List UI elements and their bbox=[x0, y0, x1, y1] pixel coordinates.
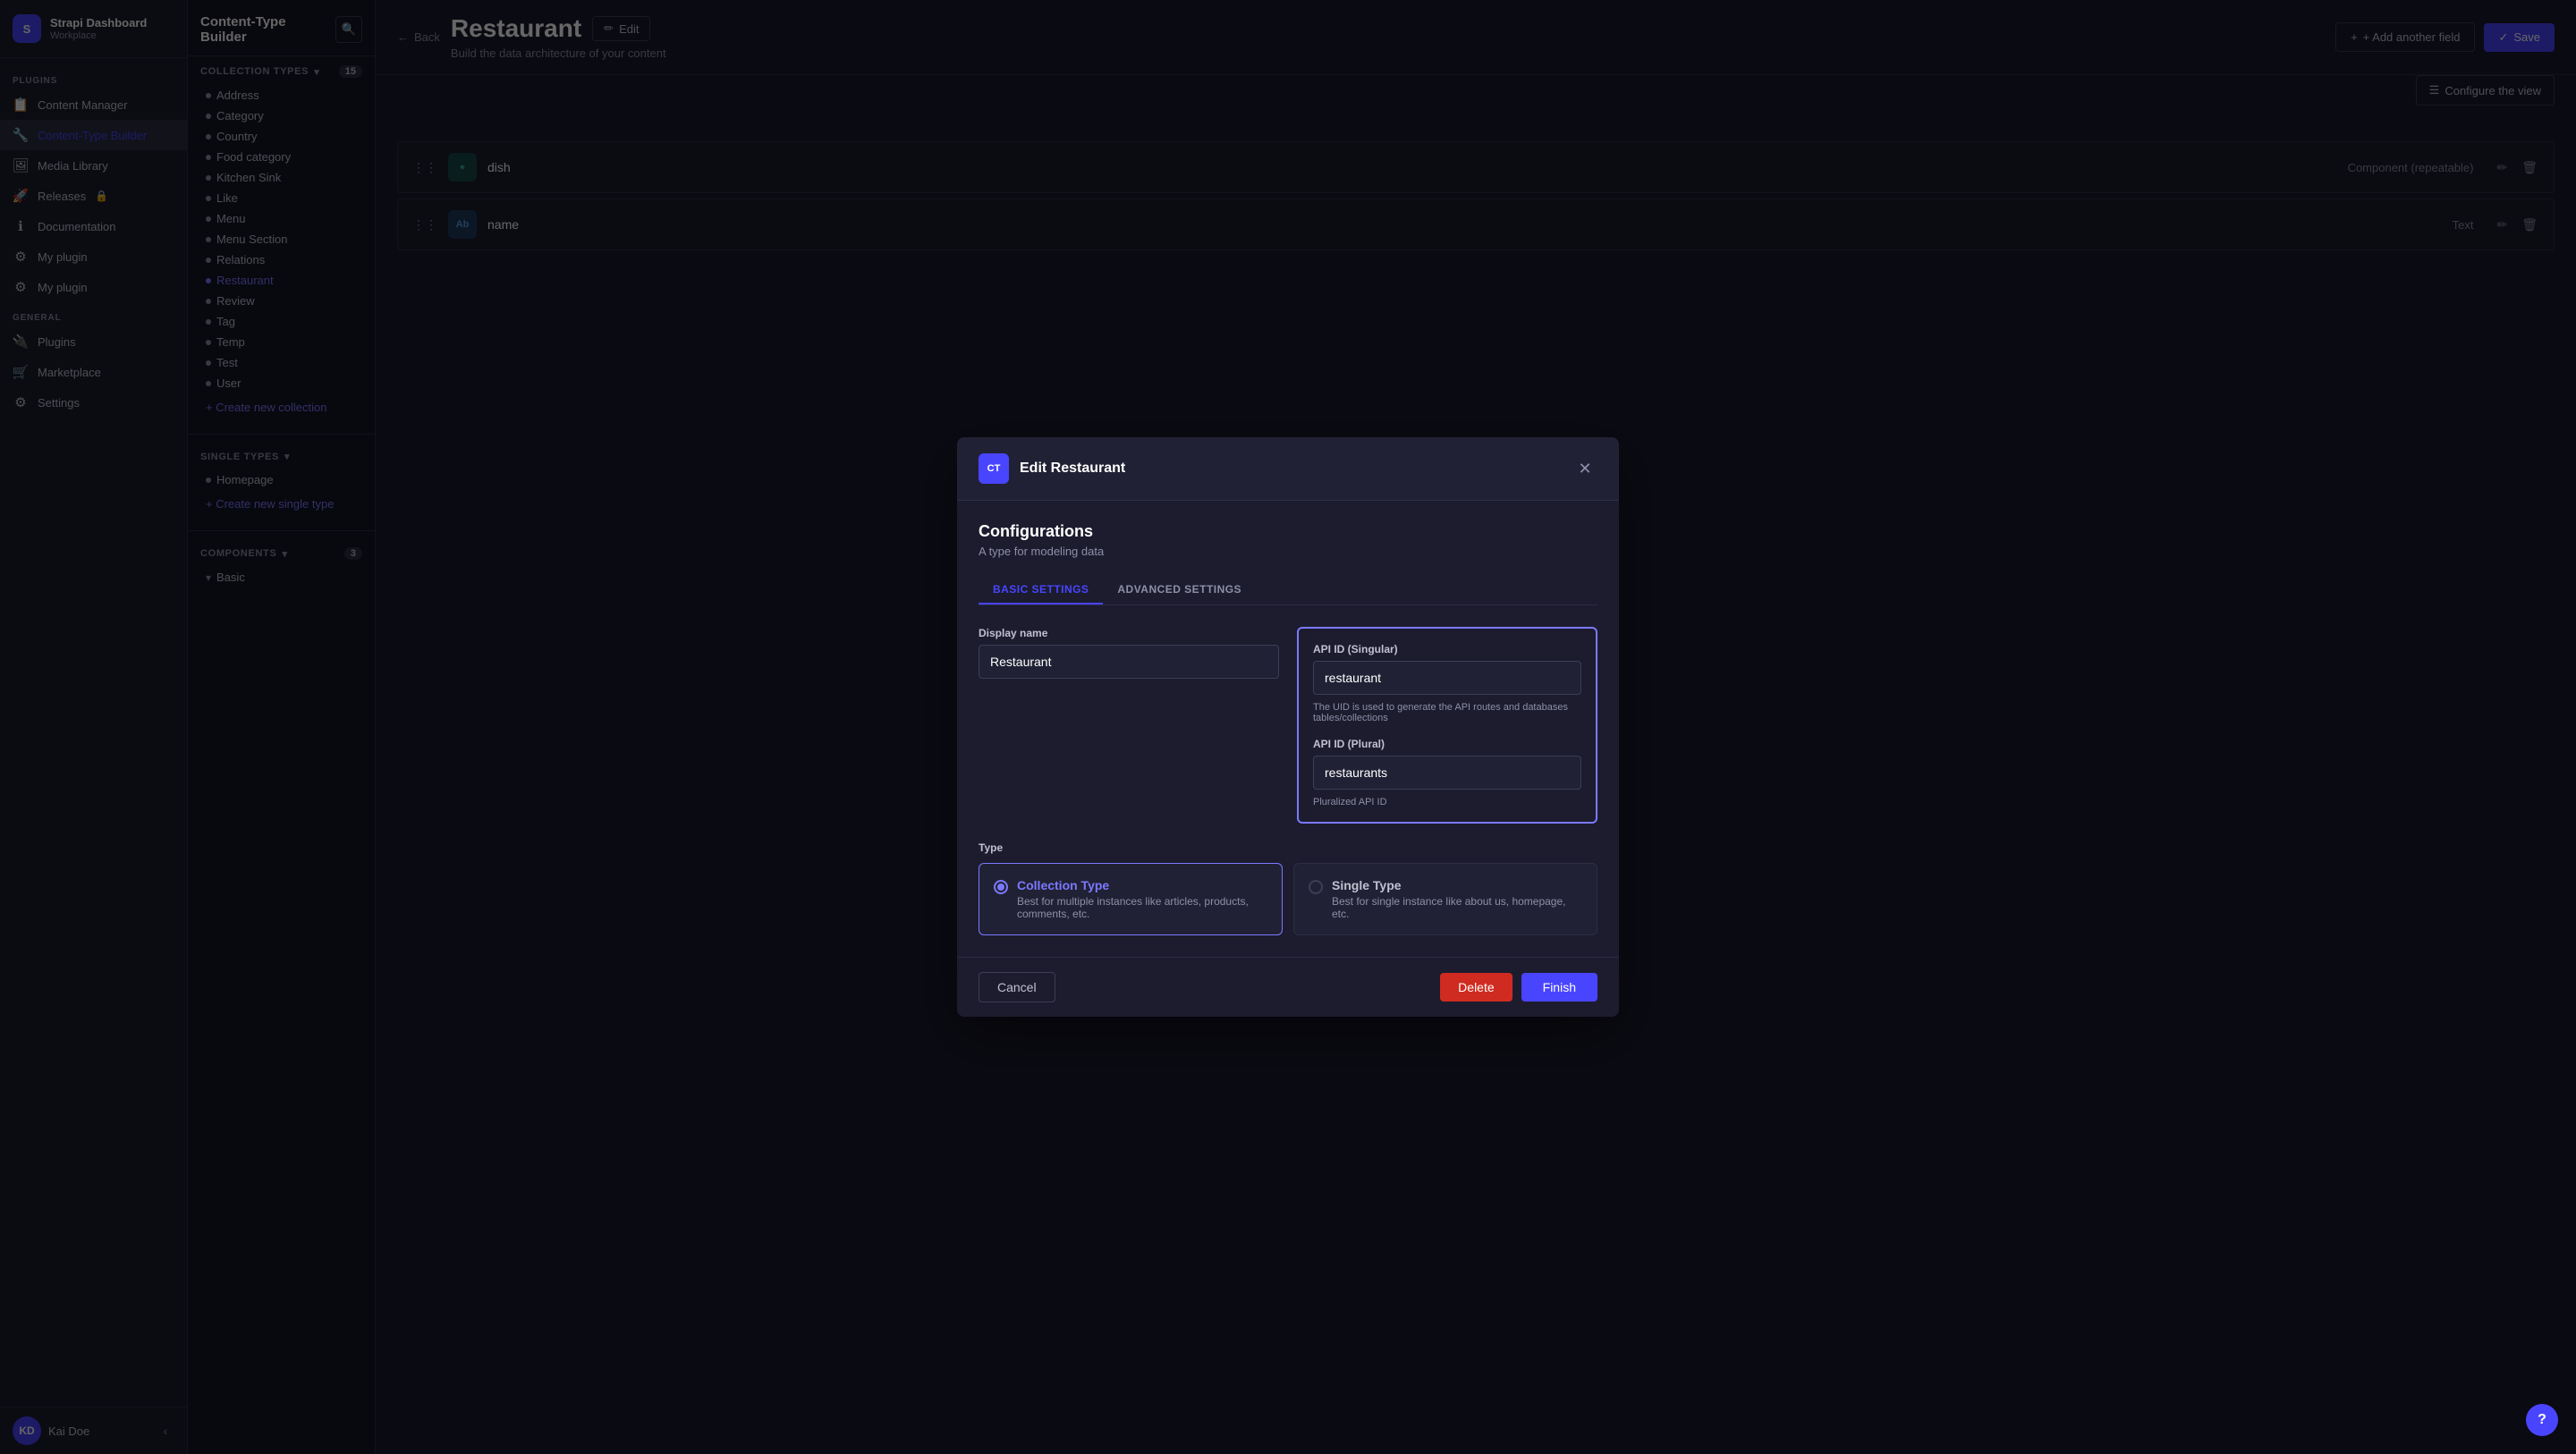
tab-advanced-settings[interactable]: Advanced Settings bbox=[1103, 576, 1256, 604]
modal-ct-badge: CT bbox=[979, 453, 1009, 484]
single-radio bbox=[1309, 880, 1323, 894]
modal-form: Display name API ID (Singular) The UID i… bbox=[979, 627, 1597, 935]
type-option-collection[interactable]: Collection Type Best for multiple instan… bbox=[979, 863, 1283, 935]
single-type-desc: Best for single instance like about us, … bbox=[1332, 895, 1582, 920]
modal-section-subtitle: A type for modeling data bbox=[979, 545, 1597, 558]
modal-tabs: Basic Settings Advanced Settings bbox=[979, 576, 1597, 605]
api-id-singular-group: API ID (Singular) The UID is used to gen… bbox=[1313, 643, 1581, 723]
display-name-input[interactable] bbox=[979, 645, 1279, 679]
collection-radio bbox=[994, 880, 1008, 894]
help-button[interactable]: ? bbox=[2526, 1404, 2558, 1436]
api-id-singular-hint: The UID is used to generate the API rout… bbox=[1313, 702, 1581, 723]
modal-footer: Cancel Delete Finish bbox=[957, 957, 1619, 1017]
single-type-title: Single Type bbox=[1332, 878, 1582, 892]
api-id-plural-hint: Pluralized API ID bbox=[1313, 797, 1581, 807]
api-id-plural-input[interactable] bbox=[1313, 756, 1581, 790]
modal-footer-right: Delete Finish bbox=[1440, 973, 1597, 1002]
type-options: Collection Type Best for multiple instan… bbox=[979, 863, 1597, 935]
display-name-group: Display name bbox=[979, 627, 1279, 679]
single-type-text: Single Type Best for single instance lik… bbox=[1332, 878, 1582, 920]
modal-title: Edit Restaurant bbox=[1020, 461, 1125, 477]
type-section: Type Collection Type Best for multiple i… bbox=[979, 841, 1597, 935]
api-id-plural-label: API ID (Plural) bbox=[1313, 738, 1581, 750]
api-id-plural-group: API ID (Plural) Pluralized API ID bbox=[1313, 738, 1581, 807]
collection-type-title: Collection Type bbox=[1017, 878, 1267, 892]
modal-header: CT Edit Restaurant ✕ bbox=[957, 437, 1619, 501]
modal-section-title: Configurations bbox=[979, 522, 1597, 541]
type-option-single[interactable]: Single Type Best for single instance lik… bbox=[1293, 863, 1597, 935]
collection-type-text: Collection Type Best for multiple instan… bbox=[1017, 878, 1267, 920]
finish-button[interactable]: Finish bbox=[1521, 973, 1597, 1002]
delete-button[interactable]: Delete bbox=[1440, 973, 1512, 1002]
modal-header-left: CT Edit Restaurant bbox=[979, 453, 1125, 484]
collection-type-desc: Best for multiple instances like article… bbox=[1017, 895, 1267, 920]
edit-restaurant-modal: CT Edit Restaurant ✕ Configurations A ty… bbox=[957, 437, 1619, 1017]
api-id-box: API ID (Singular) The UID is used to gen… bbox=[1297, 627, 1597, 824]
api-id-singular-label: API ID (Singular) bbox=[1313, 643, 1581, 655]
modal-close-button[interactable]: ✕ bbox=[1572, 456, 1597, 481]
type-label: Type bbox=[979, 841, 1597, 854]
cancel-button[interactable]: Cancel bbox=[979, 972, 1055, 1002]
display-name-label: Display name bbox=[979, 627, 1279, 639]
api-id-singular-input[interactable] bbox=[1313, 661, 1581, 695]
tab-basic-settings[interactable]: Basic Settings bbox=[979, 576, 1103, 604]
modal-overlay: CT Edit Restaurant ✕ Configurations A ty… bbox=[0, 0, 2576, 1454]
modal-body: Configurations A type for modeling data … bbox=[957, 501, 1619, 957]
